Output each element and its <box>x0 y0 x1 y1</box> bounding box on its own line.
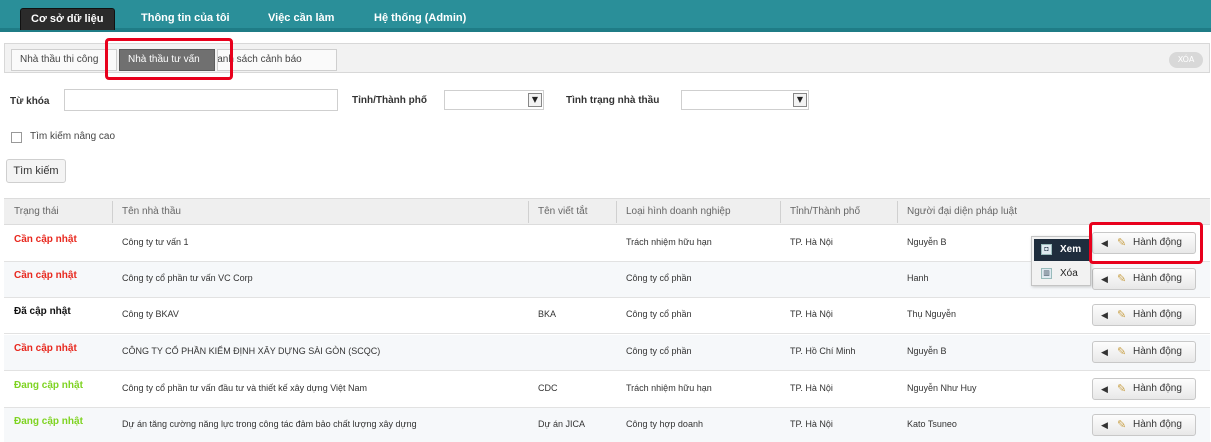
contractor-abbr: CDC <box>538 383 558 393</box>
wrench-icon: ✎ <box>1117 419 1127 431</box>
table-row: Cần cập nhật Công ty tư vấn 1 Trách nhiệm … <box>4 226 1210 262</box>
legal-representative: Nguyễn B <box>907 237 947 247</box>
province: TP. Hà Nội <box>790 309 833 319</box>
province-select[interactable]: ▼ <box>444 90 544 110</box>
province: TP. Hà Nội <box>790 237 833 247</box>
chevron-down-icon: ▼ <box>528 93 542 107</box>
column-divider <box>112 201 113 223</box>
contractor-name: Công ty cổ phần tư vấn đầu tư và thiết k… <box>122 383 368 393</box>
contractor-name: CÔNG TY CỔ PHẦN KIỂM ĐỊNH XÂY DỰNG SÀI G… <box>122 346 381 356</box>
top-nav: Cơ sở dữ liệu Thông tin của tôi Việc cần… <box>0 0 1211 32</box>
keyword-label: Từ khóa <box>10 96 50 107</box>
action-button-label: Hành động <box>1133 346 1182 357</box>
contractor-name: Công ty BKAV <box>122 309 179 319</box>
legal-representative: Thụ Nguyễn <box>907 309 957 319</box>
column-header-province: Tỉnh/Thành phố <box>790 206 861 217</box>
legal-representative: Nguyễn Như Huy <box>907 383 977 393</box>
column-divider <box>616 201 617 223</box>
status-text: Đang cập nhật <box>14 380 83 391</box>
caret-left-icon: ◀ <box>1101 420 1108 430</box>
column-header-representative: Người đại diện pháp luật <box>907 206 1017 217</box>
contractor-name: Công ty tư vấn 1 <box>122 237 189 247</box>
advanced-search-checkbox[interactable] <box>11 132 22 143</box>
column-divider <box>780 201 781 223</box>
clear-button[interactable]: XÓA <box>1169 52 1203 68</box>
trash-icon: ▥ <box>1041 268 1052 279</box>
action-menu: ◘ Xem ▥ Xóa <box>1031 236 1091 286</box>
province: TP. Hồ Chí Minh <box>790 346 856 356</box>
legal-representative: Nguyễn B <box>907 346 947 356</box>
menu-item-view[interactable]: ◘ Xem <box>1034 239 1090 261</box>
table-row: Đã cập nhật Công ty BKAV BKA Công ty cổ phầ… <box>4 298 1210 334</box>
contractor-status-select[interactable]: ▼ <box>681 90 809 110</box>
view-icon: ◘ <box>1041 244 1052 255</box>
highlight-box-action <box>1089 222 1203 264</box>
action-button-label: Hành động <box>1133 309 1182 320</box>
contractor-name: Dự án tăng cường năng lực trong công tác… <box>122 419 417 429</box>
business-type: Trách nhiệm hữu hạn <box>626 237 712 247</box>
status-text: Đang cập nhật <box>14 416 83 427</box>
action-button[interactable]: ◀ ✎ Hành động <box>1092 414 1196 436</box>
caret-left-icon: ◀ <box>1101 384 1108 394</box>
advanced-search-label: Tìm kiếm nâng cao <box>30 131 116 142</box>
business-type: Công ty cổ phần <box>626 309 692 319</box>
status-text: Cần cập nhật <box>14 343 77 354</box>
tab-construction-contractors[interactable]: Nhà thầu thi công <box>11 49 117 71</box>
action-button-label: Hành động <box>1133 419 1182 430</box>
status-text: Cần cập nhật <box>14 270 77 281</box>
status-text: Đã cập nhật <box>14 306 71 317</box>
wrench-icon: ✎ <box>1117 383 1127 395</box>
column-header-name: Tên nhà thầu <box>122 206 181 217</box>
province: TP. Hà Nội <box>790 419 833 429</box>
column-divider <box>897 201 898 223</box>
wrench-icon: ✎ <box>1117 309 1127 321</box>
legal-representative: Kato Tsuneo <box>907 419 957 429</box>
nav-item-todo[interactable]: Việc cần làm <box>258 8 344 30</box>
column-header-type: Loại hình doanh nghiệp <box>626 206 731 217</box>
legal-representative: Hanh <box>907 273 929 283</box>
contractor-name: Công ty cổ phần tư vấn VC Corp <box>122 273 253 283</box>
menu-item-delete[interactable]: ▥ Xóa <box>1034 263 1090 285</box>
wrench-icon: ✎ <box>1117 346 1127 358</box>
caret-left-icon: ◀ <box>1101 310 1108 320</box>
action-button-label: Hành động <box>1133 383 1182 394</box>
action-button-label: Hành động <box>1133 273 1182 284</box>
action-button[interactable]: ◀ ✎ Hành động <box>1092 304 1196 326</box>
highlight-box-tab <box>105 38 233 80</box>
caret-left-icon: ◀ <box>1101 274 1108 284</box>
keyword-input[interactable] <box>64 89 338 111</box>
province: TP. Hà Nội <box>790 383 833 393</box>
column-divider <box>528 201 529 223</box>
nav-item-database[interactable]: Cơ sở dữ liệu <box>20 8 115 30</box>
action-button[interactable]: ◀ ✎ Hành động <box>1092 268 1196 290</box>
contractor-abbr: BKA <box>538 309 557 319</box>
contractor-status-label: Tình trạng nhà thầu <box>566 95 660 106</box>
nav-item-my-info[interactable]: Thông tin của tôi <box>131 8 240 30</box>
column-header-abbr: Tên viết tắt <box>538 206 588 217</box>
business-type: Trách nhiệm hữu hạn <box>626 383 712 393</box>
table-row: Đang cập nhật Dự án tăng cường năng lực t… <box>4 408 1210 442</box>
table-row: Cần cập nhật Công ty cổ phần tư vấn VC Co… <box>4 262 1210 298</box>
nav-item-admin[interactable]: Hệ thống (Admin) <box>364 8 476 30</box>
wrench-icon: ✎ <box>1117 273 1127 285</box>
contractor-abbr: Dự án JICA <box>538 419 586 429</box>
status-text: Cần cập nhật <box>14 234 77 245</box>
business-type: Công ty hợp doanh <box>626 419 703 429</box>
search-button[interactable]: Tìm kiếm <box>6 159 66 183</box>
action-button[interactable]: ◀ ✎ Hành động <box>1092 378 1196 400</box>
table-header: Trạng thái Tên nhà thầu Tên viết tắt Loạ… <box>4 198 1210 225</box>
business-type: Công ty cổ phần <box>626 273 692 283</box>
province-label: Tỉnh/Thành phố <box>352 95 427 106</box>
table-row: Đang cập nhật Công ty cổ phần tư vấn đầu … <box>4 372 1210 408</box>
caret-left-icon: ◀ <box>1101 347 1108 357</box>
table-row: Cần cập nhật CÔNG TY CỔ PHẦN KIỂM ĐỊNH XÂ… <box>4 335 1210 371</box>
business-type: Công ty cổ phần <box>626 346 692 356</box>
tab-warning-list[interactable]: Danh sách cảnh báo <box>217 49 337 71</box>
column-header-status: Trạng thái <box>14 206 59 217</box>
chevron-down-icon: ▼ <box>793 93 807 107</box>
action-button[interactable]: ◀ ✎ Hành động <box>1092 341 1196 363</box>
